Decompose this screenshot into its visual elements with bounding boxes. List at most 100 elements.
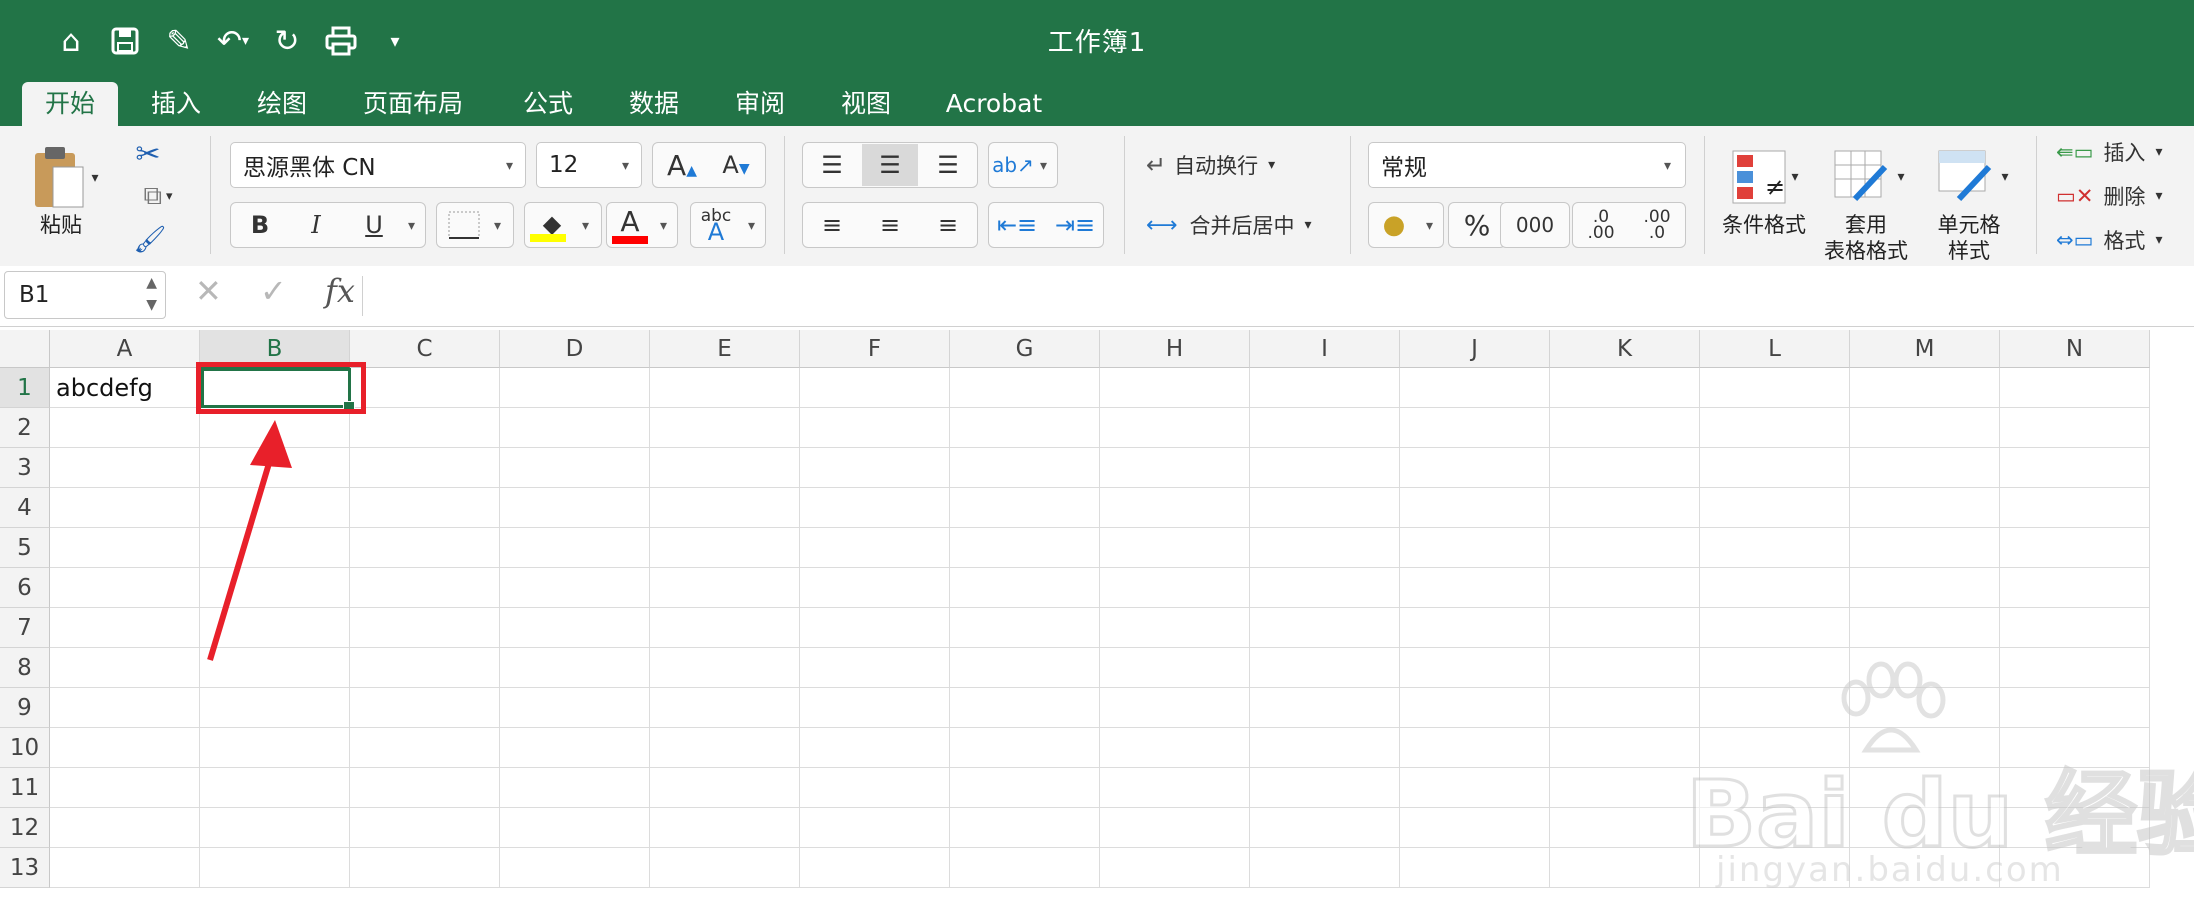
cell-g1[interactable] xyxy=(950,368,1100,408)
cell-c13[interactable] xyxy=(350,848,500,888)
increase-indent-button[interactable]: ⇥≡ xyxy=(1048,204,1102,246)
cell-d2[interactable] xyxy=(500,408,650,448)
cell-d12[interactable] xyxy=(500,808,650,848)
cell-f9[interactable] xyxy=(800,688,950,728)
tab-page-layout[interactable]: 页面布局 xyxy=(350,82,476,126)
cell-b13[interactable] xyxy=(200,848,350,888)
cell-j13[interactable] xyxy=(1400,848,1550,888)
cell-b9[interactable] xyxy=(200,688,350,728)
cell-e12[interactable] xyxy=(650,808,800,848)
cell-i13[interactable] xyxy=(1250,848,1400,888)
cell-k5[interactable] xyxy=(1550,528,1700,568)
cell-d4[interactable] xyxy=(500,488,650,528)
cell-g9[interactable] xyxy=(950,688,1100,728)
cell-b10[interactable] xyxy=(200,728,350,768)
cell-j1[interactable] xyxy=(1400,368,1550,408)
cell-f11[interactable] xyxy=(800,768,950,808)
align-bottom-button[interactable]: ☰ xyxy=(920,144,976,186)
cell-a2[interactable] xyxy=(50,408,200,448)
cell-d8[interactable] xyxy=(500,648,650,688)
tab-draw[interactable]: 绘图 xyxy=(242,82,322,126)
cell-a8[interactable] xyxy=(50,648,200,688)
cell-g5[interactable] xyxy=(950,528,1100,568)
column-header-i[interactable]: I xyxy=(1250,330,1400,368)
cell-g3[interactable] xyxy=(950,448,1100,488)
cell-d9[interactable] xyxy=(500,688,650,728)
column-header-a[interactable]: A xyxy=(50,330,200,368)
cell-e10[interactable] xyxy=(650,728,800,768)
cell-c6[interactable] xyxy=(350,568,500,608)
cell-j3[interactable] xyxy=(1400,448,1550,488)
cell-h10[interactable] xyxy=(1100,728,1250,768)
cell-a1[interactable]: abcdefg xyxy=(50,368,200,408)
cell-k9[interactable] xyxy=(1550,688,1700,728)
cell-m3[interactable] xyxy=(1850,448,2000,488)
cell-i5[interactable] xyxy=(1250,528,1400,568)
merge-center-button[interactable]: ⟷ 合并后居中 ▾ xyxy=(1146,202,1336,248)
cell-f10[interactable] xyxy=(800,728,950,768)
fx-icon[interactable]: fx xyxy=(325,272,355,310)
cell-e5[interactable] xyxy=(650,528,800,568)
cell-a7[interactable] xyxy=(50,608,200,648)
cell-c3[interactable] xyxy=(350,448,500,488)
cell-f3[interactable] xyxy=(800,448,950,488)
cell-h13[interactable] xyxy=(1100,848,1250,888)
cell-l1[interactable] xyxy=(1700,368,1850,408)
cell-l5[interactable] xyxy=(1700,528,1850,568)
increase-decimal-button[interactable]: .0.00 xyxy=(1574,204,1628,246)
cell-d11[interactable] xyxy=(500,768,650,808)
row-header-2[interactable]: 2 xyxy=(0,408,50,448)
align-center-button[interactable]: ≡ xyxy=(862,204,918,246)
cell-g10[interactable] xyxy=(950,728,1100,768)
cell-i8[interactable] xyxy=(1250,648,1400,688)
wrap-text-button[interactable]: ↵ 自动换行 ▾ xyxy=(1146,142,1316,188)
cell-i11[interactable] xyxy=(1250,768,1400,808)
cell-a11[interactable] xyxy=(50,768,200,808)
row-header-4[interactable]: 4 xyxy=(0,488,50,528)
cell-e1[interactable] xyxy=(650,368,800,408)
cell-m5[interactable] xyxy=(1850,528,2000,568)
cell-b12[interactable] xyxy=(200,808,350,848)
cell-n4[interactable] xyxy=(2000,488,2150,528)
cell-e2[interactable] xyxy=(650,408,800,448)
cell-j6[interactable] xyxy=(1400,568,1550,608)
column-header-c[interactable]: C xyxy=(350,330,500,368)
cell-h5[interactable] xyxy=(1100,528,1250,568)
format-painter-button[interactable]: 🖌 xyxy=(128,220,172,260)
align-left-button[interactable]: ≡ xyxy=(804,204,860,246)
cell-n1[interactable] xyxy=(2000,368,2150,408)
cell-g6[interactable] xyxy=(950,568,1100,608)
cancel-icon[interactable]: ✕ xyxy=(195,272,222,310)
cell-style-button[interactable]: ▾ xyxy=(1928,142,2018,212)
cell-m7[interactable] xyxy=(1850,608,2000,648)
column-header-g[interactable]: G xyxy=(950,330,1100,368)
comma-style-button[interactable]: 000 xyxy=(1502,204,1568,246)
italic-button[interactable]: I xyxy=(292,204,340,246)
cell-k2[interactable] xyxy=(1550,408,1700,448)
cell-c5[interactable] xyxy=(350,528,500,568)
cell-i4[interactable] xyxy=(1250,488,1400,528)
cell-f4[interactable] xyxy=(800,488,950,528)
cell-i7[interactable] xyxy=(1250,608,1400,648)
cell-c9[interactable] xyxy=(350,688,500,728)
cell-i1[interactable] xyxy=(1250,368,1400,408)
row-header-7[interactable]: 7 xyxy=(0,608,50,648)
cell-k7[interactable] xyxy=(1550,608,1700,648)
bold-button[interactable]: B xyxy=(236,204,284,246)
decrease-indent-button[interactable]: ⇤≡ xyxy=(990,204,1044,246)
cell-h4[interactable] xyxy=(1100,488,1250,528)
number-format-select[interactable]: 常规 xyxy=(1368,142,1686,188)
cell-k3[interactable] xyxy=(1550,448,1700,488)
table-format-button[interactable]: ▾ xyxy=(1824,142,1914,212)
cell-h7[interactable] xyxy=(1100,608,1250,648)
cell-d7[interactable] xyxy=(500,608,650,648)
paste-button[interactable]: ▾ xyxy=(20,138,110,218)
cell-g8[interactable] xyxy=(950,648,1100,688)
cell-h12[interactable] xyxy=(1100,808,1250,848)
cell-g11[interactable] xyxy=(950,768,1100,808)
align-top-button[interactable]: ☰ xyxy=(804,144,860,186)
increase-font-button[interactable]: A▲ xyxy=(656,144,708,186)
row-header-13[interactable]: 13 xyxy=(0,848,50,888)
cell-a10[interactable] xyxy=(50,728,200,768)
cell-h1[interactable] xyxy=(1100,368,1250,408)
